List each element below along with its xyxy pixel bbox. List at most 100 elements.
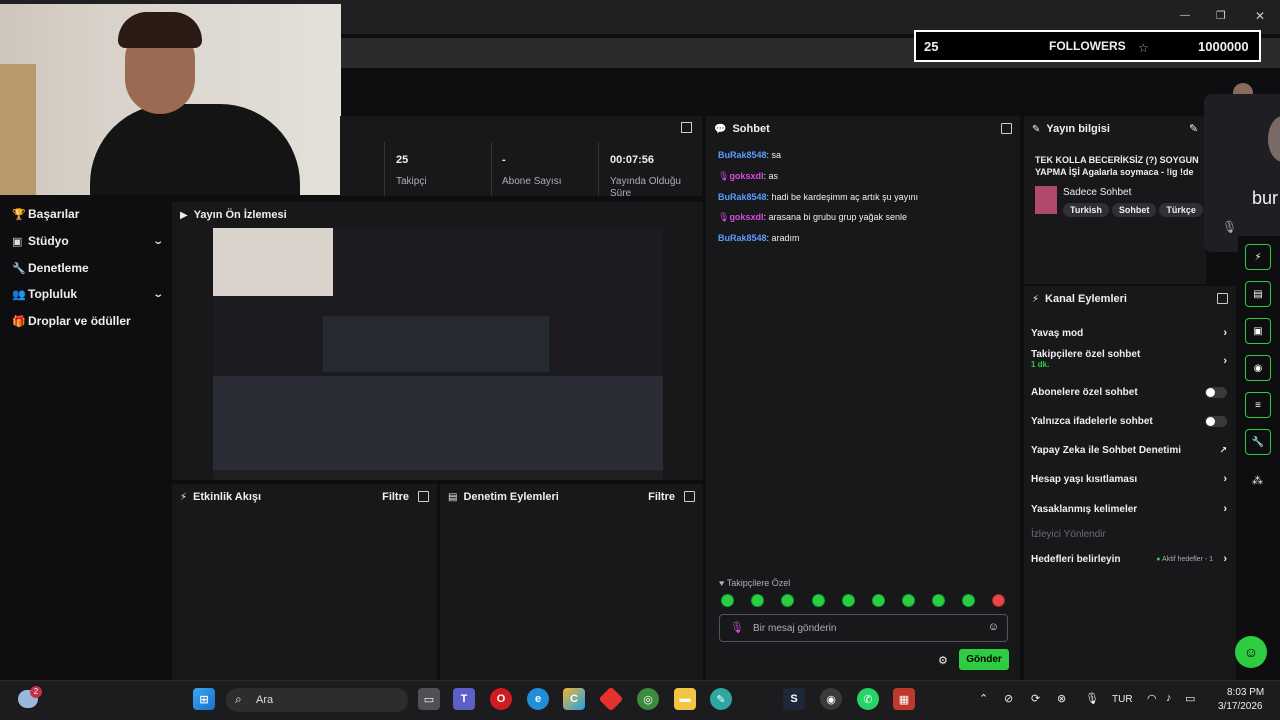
bolt-action-button[interactable]: ⚡ <box>1245 244 1271 270</box>
more-icon[interactable]: ⁂ <box>1252 474 1263 487</box>
chat-username[interactable]: BuRak8548 <box>718 233 767 243</box>
action-ai-moderation[interactable]: Yapay Zeka ile Sohbet Denetimi ↗ <box>1031 441 1227 459</box>
chat-username[interactable]: BuRak8548 <box>718 150 767 160</box>
note-action-button[interactable]: ▤ <box>1245 281 1271 307</box>
nav-item-moderation[interactable]: 🔧 Denetleme <box>12 258 162 278</box>
maximize-button[interactable]: ❐ <box>1216 9 1226 22</box>
emote-icon[interactable] <box>781 594 794 607</box>
file-explorer-icon[interactable]: ▬ <box>674 688 696 710</box>
popout-icon[interactable] <box>1217 293 1228 304</box>
action-account-age[interactable]: Hesap yaşı kısıtlaması › <box>1031 470 1227 488</box>
tag[interactable]: Sohbet <box>1111 203 1157 217</box>
chat-username[interactable]: goksxdl <box>729 212 763 222</box>
popout-icon[interactable] <box>684 491 695 502</box>
list-action-button[interactable]: ≡ <box>1245 392 1271 418</box>
chevron-up-icon[interactable]: ⌃ <box>979 692 988 705</box>
nav-item-studio[interactable]: ▣ Stüdyo ⌄ <box>12 231 164 251</box>
bolt-icon: ⚡ <box>180 491 188 503</box>
tag[interactable]: Turkish <box>1063 203 1109 217</box>
popout-icon[interactable] <box>1001 123 1012 134</box>
emote-icon[interactable] <box>872 594 885 607</box>
tag[interactable]: Türkçe <box>1159 203 1203 217</box>
edge-icon[interactable]: e <box>527 688 549 710</box>
goals-badge: ● Aktif hedefler - 1 <box>1156 555 1213 563</box>
language-indicator[interactable]: TUR <box>1112 694 1133 705</box>
opera-icon[interactable]: O <box>490 688 512 710</box>
copilot-icon[interactable]: C <box>563 688 585 710</box>
tray-icon[interactable]: ⊘ <box>1004 692 1013 705</box>
action-label: Yavaş mod <box>1031 327 1084 339</box>
battery-icon[interactable]: ▭ <box>1185 692 1195 705</box>
help-fab-icon[interactable]: ☺ <box>1235 636 1267 668</box>
emote-icon[interactable] <box>721 594 734 607</box>
emote-icon[interactable] <box>932 594 945 607</box>
emote-icon[interactable] <box>992 594 1005 607</box>
tray-icon[interactable]: ⟳ <box>1031 692 1040 705</box>
action-subs-chat[interactable]: Abonelere özel sohbet <box>1031 383 1227 401</box>
action-label: Yasaklanmış kelimeler <box>1031 503 1138 515</box>
nav-label: Topluluk <box>28 287 78 301</box>
filter-button[interactable]: Filtre <box>648 491 675 503</box>
star-icon[interactable]: ☆ <box>1138 41 1149 55</box>
nav-label: Droplar ve ödüller <box>28 314 131 328</box>
gear-icon[interactable]: ⚙ <box>938 654 948 667</box>
broadcast-action-button[interactable]: ◉ <box>1245 355 1271 381</box>
nav-item-achievements[interactable]: 🏆 Başarılar <box>12 204 162 224</box>
wifi-icon[interactable]: ◠ <box>1147 692 1157 705</box>
nav-item-drops[interactable]: 🎁 Droplar ve ödüller <box>12 311 162 331</box>
steam-icon[interactable]: S <box>783 688 805 710</box>
popout-icon[interactable] <box>418 491 429 502</box>
emote-icon[interactable] <box>842 594 855 607</box>
emote-icon[interactable] <box>962 594 975 607</box>
follower-label: FOLLOWERS <box>1049 39 1126 53</box>
emote-icon[interactable] <box>812 594 825 607</box>
taskbar-search[interactable]: ⌕ Ara <box>226 688 408 712</box>
edit-icon[interactable]: ✎ <box>1189 122 1198 135</box>
filter-button[interactable]: Filtre <box>382 491 409 503</box>
side-avatar <box>1268 116 1280 162</box>
volume-icon[interactable]: ♪ <box>1166 692 1172 704</box>
toggle-switch[interactable] <box>1205 387 1227 398</box>
action-slow-mode[interactable]: Yavaş mod › <box>1031 324 1227 342</box>
toggle-switch[interactable] <box>1205 416 1227 427</box>
chat-text: : sa <box>766 150 782 160</box>
task-view-icon[interactable]: ▭ <box>418 688 440 710</box>
emoji-icon[interactable]: ☺ <box>988 621 999 633</box>
obs-icon[interactable]: ◉ <box>820 688 842 710</box>
tray-icon[interactable]: ⊗ <box>1057 692 1066 705</box>
action-banned-words[interactable]: Yasaklanmış kelimeler › <box>1031 500 1227 518</box>
chat-username[interactable]: goksxdl <box>729 171 763 181</box>
side-name: bur <box>1252 188 1279 208</box>
mic-icon[interactable]: 🎙 <box>1222 220 1237 234</box>
stream-video[interactable] <box>213 228 663 480</box>
chat-action-button[interactable]: ▣ <box>1245 318 1271 344</box>
whatsapp-icon[interactable]: ✆ <box>857 688 879 710</box>
action-followers-chat[interactable]: Takipçilere özel sohbet 1 dk. › <box>1031 349 1227 379</box>
chat-input[interactable]: 🎙 Bir mesaj gönderin ☺ <box>719 614 1008 642</box>
clock-date[interactable]: 3/17/2026 <box>1218 701 1263 712</box>
stat-value: - <box>502 154 506 166</box>
panel-title: Yayın bilgisi <box>1046 123 1110 135</box>
chevron-right-icon: › <box>1223 473 1227 485</box>
popout-icon[interactable] <box>681 122 692 133</box>
send-button[interactable]: Gönder <box>959 649 1009 670</box>
start-button[interactable]: ⊞ <box>193 688 215 710</box>
webcam-hair <box>118 12 202 48</box>
action-emote-chat[interactable]: Yalnızca ifadelerle sohbet <box>1031 412 1227 430</box>
wrench-action-button[interactable]: 🔧 <box>1245 429 1271 455</box>
category-name[interactable]: Sadece Sohbet <box>1063 187 1131 198</box>
emote-icon[interactable] <box>751 594 764 607</box>
chrome-icon[interactable]: ◎ <box>637 688 659 710</box>
chat-username[interactable]: BuRak8548 <box>718 192 767 202</box>
minimize-button[interactable]: — <box>1180 10 1190 21</box>
app-tile-icon[interactable]: ▦ <box>893 688 915 710</box>
chevron-right-icon: › <box>1223 553 1227 565</box>
clock-time[interactable]: 8:03 PM <box>1227 687 1264 698</box>
whiteboard-icon[interactable]: ✎ <box>710 688 732 710</box>
action-goals[interactable]: Hedefleri belirleyin ● Aktif hedefler - 1… <box>1031 550 1227 568</box>
nav-item-community[interactable]: 👥 Topluluk ⌄ <box>12 284 164 304</box>
mic-tray-icon[interactable]: 🎙 <box>1085 692 1099 705</box>
teams-icon[interactable]: T <box>453 688 475 710</box>
close-button[interactable]: ✕ <box>1255 9 1265 23</box>
emote-icon[interactable] <box>902 594 915 607</box>
